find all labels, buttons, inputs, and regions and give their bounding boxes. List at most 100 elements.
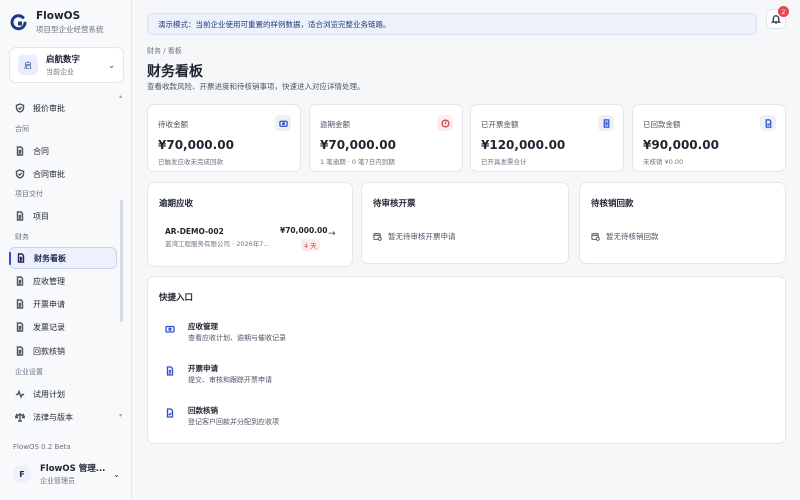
status-badge: 4 天 bbox=[301, 239, 320, 251]
sidebar-item-label: 合同审批 bbox=[33, 169, 65, 179]
sidebar: FlowOS 项目型企业经营系统 启 启航数字 当前企业 ⌄ ▴ 报价审批 合同… bbox=[0, 0, 132, 500]
stat-label: 已开票金额 bbox=[481, 120, 519, 129]
brand[interactable]: FlowOS 项目型企业经营系统 bbox=[10, 10, 104, 35]
flowos-logo-icon bbox=[10, 13, 27, 30]
document-icon bbox=[166, 366, 174, 376]
wallet-icon bbox=[165, 325, 175, 333]
empty-state: 暂无待核销回款 bbox=[591, 231, 659, 242]
user-role: 企业管理员 bbox=[40, 477, 75, 485]
stat-note: 已触发应收未完成回款 bbox=[158, 158, 223, 166]
quick-link-invoice-request[interactable]: 开票申请 提交、审核和跟踪开票申请 bbox=[159, 362, 459, 392]
alert-icon bbox=[437, 115, 453, 131]
sidebar-section-finance: 财务 bbox=[15, 233, 29, 241]
quick-link-receivables[interactable]: 应收管理 查看应收计划、逾期与催收记录 bbox=[159, 320, 459, 350]
org-avatar: 启 bbox=[18, 55, 38, 75]
file-check-icon bbox=[760, 115, 776, 131]
scroll-up-icon[interactable]: ▴ bbox=[119, 93, 122, 100]
stat-label: 逾期金额 bbox=[320, 120, 350, 129]
pending-invoice-panel: 待审核开票 暂无待审核开票申请 bbox=[361, 182, 569, 264]
receivable-customer: 蓝湾工程服务有限公司 · 2026年7月... bbox=[165, 240, 270, 248]
sidebar-item-label: 财务看板 bbox=[34, 253, 66, 263]
sidebar-item-contract-approval[interactable]: 合同审批 bbox=[9, 163, 117, 185]
scroll-down-icon[interactable]: ▾ bbox=[119, 412, 122, 419]
app-version: FlowOS 0.2 Beta bbox=[13, 443, 71, 451]
document-icon bbox=[16, 346, 24, 356]
notifications-button[interactable]: 2 bbox=[766, 6, 789, 29]
activity-icon bbox=[15, 389, 25, 399]
quick-link-desc: 提交、审核和跟踪开票申请 bbox=[188, 376, 272, 384]
stat-card-overdue[interactable]: 逾期金额 ¥70,000.00 1 笔逾期 · 0 笔7日内到期 bbox=[309, 104, 463, 172]
document-icon bbox=[16, 276, 24, 286]
stat-card-invoiced[interactable]: 已开票金额 ¥120,000.00 已开具发票合计 bbox=[470, 104, 624, 172]
brand-name: FlowOS bbox=[36, 10, 81, 22]
wallet-icon bbox=[275, 115, 291, 131]
quick-access-panel: 快捷入口 应收管理 查看应收计划、逾期与催收记录 开票申请 提交、审核和跟踪开票… bbox=[147, 276, 786, 444]
sidebar-section-project-delivery: 项目交付 bbox=[15, 190, 43, 198]
org-subtitle: 当前企业 bbox=[46, 68, 74, 76]
stat-note: 1 笔逾期 · 0 笔7日内到期 bbox=[320, 158, 395, 166]
calendar-clock-icon bbox=[373, 232, 382, 241]
empty-state-text: 暂无待审核开票申请 bbox=[388, 232, 456, 241]
quick-link-desc: 查看应收计划、逾期与催收记录 bbox=[188, 334, 286, 342]
sidebar-item-label: 应收管理 bbox=[33, 276, 65, 286]
quick-link-title: 应收管理 bbox=[188, 322, 218, 331]
sidebar-item-label: 项目 bbox=[33, 211, 49, 221]
list-item[interactable]: AR-DEMO-002 蓝湾工程服务有限公司 · 2026年7月... ¥70,… bbox=[158, 221, 342, 253]
scale-icon bbox=[15, 413, 25, 422]
sidebar-item-label: 法律与版本 bbox=[33, 412, 73, 422]
document-icon bbox=[16, 211, 24, 221]
sidebar-item-finance-dashboard[interactable]: 财务看板 bbox=[9, 247, 117, 269]
sidebar-item-label: 开票申请 bbox=[33, 299, 65, 309]
sidebar-scrollbar[interactable] bbox=[120, 200, 123, 322]
stat-label: 已回款金额 bbox=[643, 120, 681, 129]
quick-link-title: 开票申请 bbox=[188, 364, 218, 373]
sidebar-item-contract[interactable]: 合同 bbox=[9, 140, 117, 162]
org-name: 启航数字 bbox=[46, 55, 81, 65]
breadcrumb: 财务 / 看板 bbox=[147, 47, 182, 55]
stat-card-collected[interactable]: 已回款金额 ¥90,000.00 未核销 ¥0.00 bbox=[632, 104, 786, 172]
chevron-down-icon: ⌄ bbox=[113, 469, 120, 479]
sidebar-item-label: 回款核销 bbox=[33, 346, 65, 356]
panel-title: 待审核开票 bbox=[373, 199, 416, 209]
arrow-right-icon: → bbox=[328, 229, 336, 239]
stat-label: 待收金额 bbox=[158, 120, 188, 129]
sidebar-item-trial-plan[interactable]: 试用计划 bbox=[9, 383, 117, 405]
document-icon bbox=[598, 115, 614, 131]
sidebar-item-payment-writeoff[interactable]: 回款核销 bbox=[9, 340, 117, 362]
stat-value: ¥70,000.00 bbox=[320, 138, 396, 152]
user-menu[interactable]: F FlowOS 管理... 企业管理员 ⌄ bbox=[9, 458, 124, 490]
sidebar-item-project[interactable]: 项目 bbox=[9, 205, 117, 227]
page-description: 查看收款风险、开票进度和待核销事项，快速进入对应详情处理。 bbox=[147, 82, 365, 91]
panel-title: 逾期应收 bbox=[159, 199, 194, 209]
sidebar-item-receivables[interactable]: 应收管理 bbox=[9, 270, 117, 292]
page-title: 财务看板 bbox=[147, 64, 203, 80]
panel-title: 快捷入口 bbox=[159, 293, 194, 303]
sidebar-item-label: 试用计划 bbox=[33, 389, 65, 399]
stat-value: ¥90,000.00 bbox=[643, 138, 719, 152]
sidebar-item-invoice-records[interactable]: 发票记录 bbox=[9, 316, 117, 338]
sidebar-item-legal-version[interactable]: 法律与版本 bbox=[9, 406, 117, 428]
document-icon bbox=[17, 253, 25, 263]
receivable-amount: ¥70,000.00 bbox=[280, 226, 328, 235]
document-icon bbox=[16, 299, 24, 309]
stat-value: ¥70,000.00 bbox=[158, 138, 234, 152]
sidebar-item-label: 发票记录 bbox=[33, 322, 65, 332]
empty-state: 暂无待审核开票申请 bbox=[373, 231, 456, 242]
quick-link-payment-writeoff[interactable]: 回款核销 登记客户回款并分配到应收项 bbox=[159, 404, 459, 434]
quick-link-title: 回款核销 bbox=[188, 406, 218, 415]
stat-card-receivable[interactable]: 待收金额 ¥70,000.00 已触发应收未完成回款 bbox=[147, 104, 301, 172]
sidebar-item-label: 合同 bbox=[33, 146, 49, 156]
document-icon bbox=[16, 146, 24, 156]
sidebar-item-quote-approval[interactable]: 报价审批 bbox=[9, 97, 117, 119]
org-switcher[interactable]: 启 启航数字 当前企业 ⌄ bbox=[9, 47, 124, 83]
shield-check-icon bbox=[15, 103, 25, 113]
receivable-id: AR-DEMO-002 bbox=[165, 227, 224, 236]
panel-title: 待核销回款 bbox=[591, 199, 634, 209]
empty-state-text: 暂无待核销回款 bbox=[606, 232, 659, 241]
stat-note: 已开具发票合计 bbox=[481, 158, 527, 166]
sidebar-item-invoice-request[interactable]: 开票申请 bbox=[9, 293, 117, 315]
avatar: F bbox=[13, 465, 31, 483]
brand-subtitle: 项目型企业经营系统 bbox=[36, 25, 104, 34]
stat-note: 未核销 ¥0.00 bbox=[643, 158, 684, 166]
pending-writeoff-panel: 待核销回款 暂无待核销回款 bbox=[579, 182, 786, 264]
